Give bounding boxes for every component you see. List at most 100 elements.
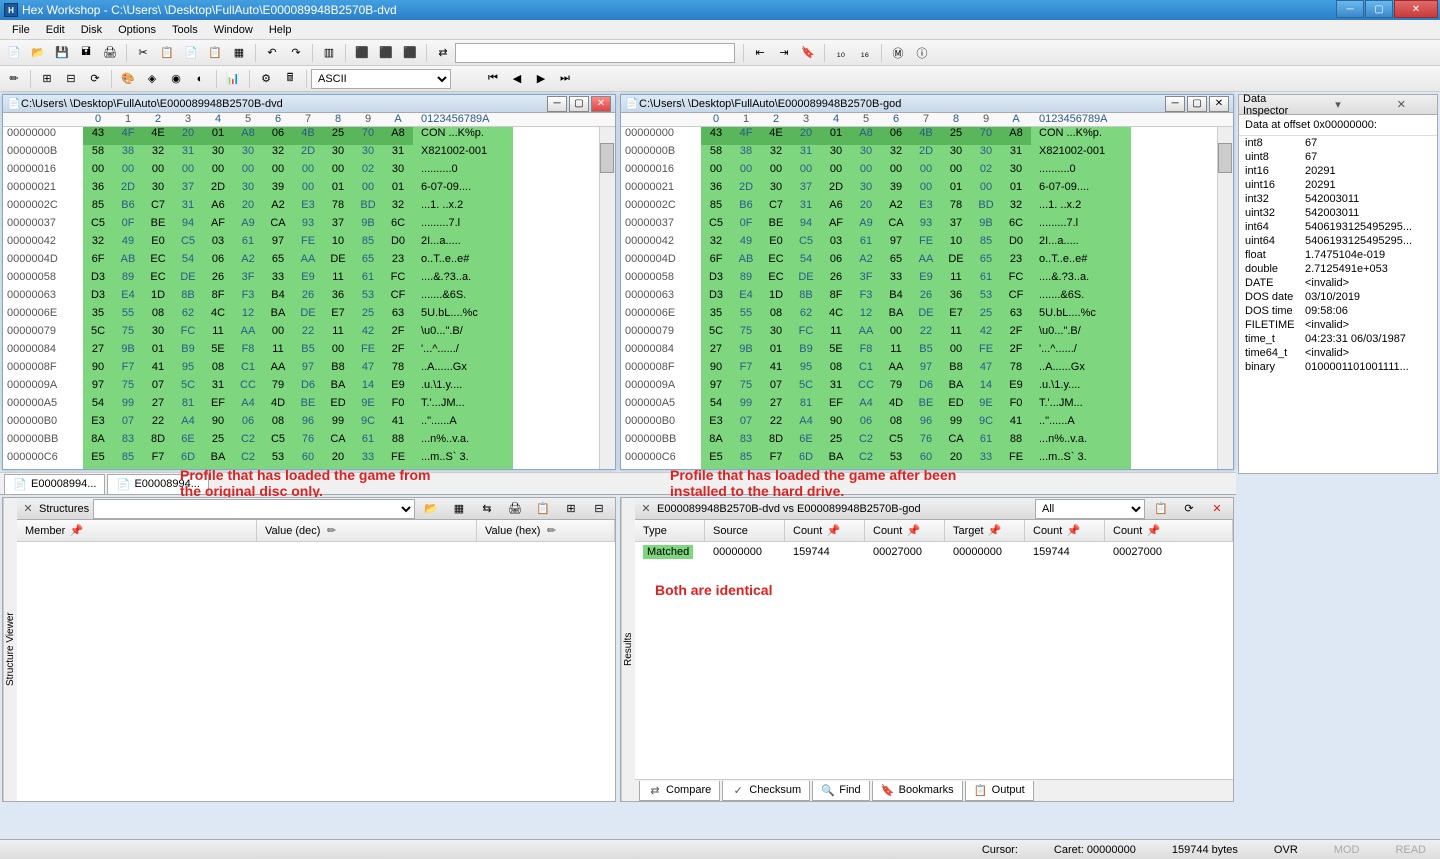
- struct-add-icon[interactable]: ⊞: [36, 68, 58, 90]
- menu-options[interactable]: Options: [110, 22, 164, 38]
- byte-cell[interactable]: 65: [263, 253, 293, 271]
- byte-cell[interactable]: A6: [821, 199, 851, 217]
- byte-cell[interactable]: BD: [353, 199, 383, 217]
- byte-cell[interactable]: 49: [113, 235, 143, 253]
- ascii-cell[interactable]: 5U.bL....%c: [1031, 307, 1131, 325]
- byte-cell[interactable]: AA: [263, 361, 293, 379]
- byte-cell[interactable]: 3F: [851, 271, 881, 289]
- byte-cell[interactable]: F7: [731, 361, 761, 379]
- byte-cell[interactable]: 95: [173, 361, 203, 379]
- byte-cell[interactable]: 23: [383, 253, 413, 271]
- byte-cell[interactable]: 89: [113, 271, 143, 289]
- byte-cell[interactable]: 54: [83, 397, 113, 415]
- byte-cell[interactable]: BA: [941, 379, 971, 397]
- results-tab-bookmarks[interactable]: 🔖Bookmarks: [872, 781, 963, 801]
- win-minimize-button[interactable]: ─: [1165, 96, 1185, 112]
- byte-cell[interactable]: E9: [1001, 379, 1031, 397]
- byte-cell[interactable]: 22: [143, 415, 173, 433]
- byte-cell[interactable]: 06: [881, 127, 911, 145]
- byte-cell[interactable]: AA: [233, 325, 263, 343]
- inspector-row[interactable]: DATE<invalid>: [1239, 276, 1437, 290]
- hex-body-right[interactable]: 00000000434F4E2001A8064B2570A8CON ...K%p…: [621, 127, 1217, 469]
- byte-cell[interactable]: 2F: [383, 343, 413, 361]
- byte-cell[interactable]: 42: [971, 325, 1001, 343]
- col-target[interactable]: Target📌: [945, 520, 1025, 541]
- byte-cell[interactable]: 08: [143, 307, 173, 325]
- byte-cell[interactable]: 31: [821, 379, 851, 397]
- results-refresh-icon[interactable]: ⟳: [1178, 498, 1200, 520]
- byte-cell[interactable]: 14: [971, 379, 1001, 397]
- inspector-row[interactable]: uint32542003011: [1239, 206, 1437, 220]
- byte-cell[interactable]: E9: [293, 271, 323, 289]
- byte-cell[interactable]: FC: [383, 271, 413, 289]
- byte-cell[interactable]: 2D: [113, 181, 143, 199]
- scrollbar[interactable]: [599, 127, 615, 469]
- byte-cell[interactable]: F8: [233, 343, 263, 361]
- byte-cell[interactable]: F3: [851, 289, 881, 307]
- byte-cell[interactable]: 01: [143, 343, 173, 361]
- col-value-dec[interactable]: Value (dec)✏: [257, 520, 477, 541]
- byte-cell[interactable]: B5: [293, 343, 323, 361]
- byte-cell[interactable]: C2: [851, 433, 881, 451]
- byte-cell[interactable]: 90: [821, 415, 851, 433]
- byte-cell[interactable]: E9: [383, 379, 413, 397]
- struct-tool5-icon[interactable]: ⊞: [560, 498, 582, 520]
- byte-cell[interactable]: 26: [911, 289, 941, 307]
- ascii-cell[interactable]: .........7.l: [413, 217, 513, 235]
- byte-cell[interactable]: DE: [791, 271, 821, 289]
- byte-cell[interactable]: 32: [263, 145, 293, 163]
- highlight3-icon[interactable]: ⬛: [399, 42, 421, 64]
- byte-cell[interactable]: 00: [323, 343, 353, 361]
- byte-cell[interactable]: 00: [881, 325, 911, 343]
- ascii-cell[interactable]: ..........0: [1031, 163, 1131, 181]
- ascii-cell[interactable]: .u.\1.y....: [413, 379, 513, 397]
- byte-cell[interactable]: 2D: [203, 181, 233, 199]
- byte-cell[interactable]: A4: [791, 415, 821, 433]
- byte-cell[interactable]: FE: [971, 343, 1001, 361]
- byte-cell[interactable]: A2: [881, 199, 911, 217]
- byte-cell[interactable]: 20: [233, 199, 263, 217]
- byte-cell[interactable]: 96: [293, 415, 323, 433]
- byte-cell[interactable]: 41: [383, 415, 413, 433]
- byte-cell[interactable]: 8A: [83, 433, 113, 451]
- nav-first-icon[interactable]: ⏮: [482, 68, 504, 90]
- ascii-cell[interactable]: .......&6S.: [1031, 289, 1131, 307]
- byte-cell[interactable]: 79: [881, 379, 911, 397]
- inspector-row[interactable]: int32542003011: [1239, 192, 1437, 206]
- byte-cell[interactable]: 33: [353, 451, 383, 469]
- byte-cell[interactable]: DE: [293, 307, 323, 325]
- byte-cell[interactable]: EF: [821, 397, 851, 415]
- byte-cell[interactable]: 90: [203, 415, 233, 433]
- byte-cell[interactable]: 25: [323, 127, 353, 145]
- byte-cell[interactable]: 07: [113, 415, 143, 433]
- byte-cell[interactable]: 32: [701, 235, 731, 253]
- byte-cell[interactable]: 5C: [83, 325, 113, 343]
- byte-cell[interactable]: BA: [323, 379, 353, 397]
- byte-cell[interactable]: 62: [791, 307, 821, 325]
- ascii-cell[interactable]: .."......A: [1031, 415, 1131, 433]
- byte-cell[interactable]: BA: [263, 307, 293, 325]
- byte-cell[interactable]: 8F: [203, 289, 233, 307]
- byte-cell[interactable]: 38: [731, 145, 761, 163]
- byte-cell[interactable]: 31: [173, 145, 203, 163]
- byte-cell[interactable]: 08: [881, 415, 911, 433]
- byte-cell[interactable]: 4C: [821, 307, 851, 325]
- byte-cell[interactable]: 85: [113, 451, 143, 469]
- byte-cell[interactable]: 75: [113, 379, 143, 397]
- byte-cell[interactable]: 61: [971, 271, 1001, 289]
- byte-cell[interactable]: 83: [113, 433, 143, 451]
- byte-cell[interactable]: 30: [971, 145, 1001, 163]
- byte-cell[interactable]: B9: [791, 343, 821, 361]
- byte-cell[interactable]: 49: [731, 235, 761, 253]
- byte-cell[interactable]: A8: [383, 127, 413, 145]
- byte-cell[interactable]: 88: [383, 433, 413, 451]
- pin-icon[interactable]: ▾: [1306, 98, 1369, 112]
- byte-cell[interactable]: 78: [941, 199, 971, 217]
- byte-cell[interactable]: E5: [701, 451, 731, 469]
- byte-cell[interactable]: 30: [143, 325, 173, 343]
- byte-cell[interactable]: BA: [821, 451, 851, 469]
- byte-cell[interactable]: 62: [173, 307, 203, 325]
- win-maximize-button[interactable]: ▢: [1187, 96, 1207, 112]
- new-file-icon[interactable]: 📄: [3, 42, 25, 64]
- ascii-cell[interactable]: 6-07-09....: [1031, 181, 1131, 199]
